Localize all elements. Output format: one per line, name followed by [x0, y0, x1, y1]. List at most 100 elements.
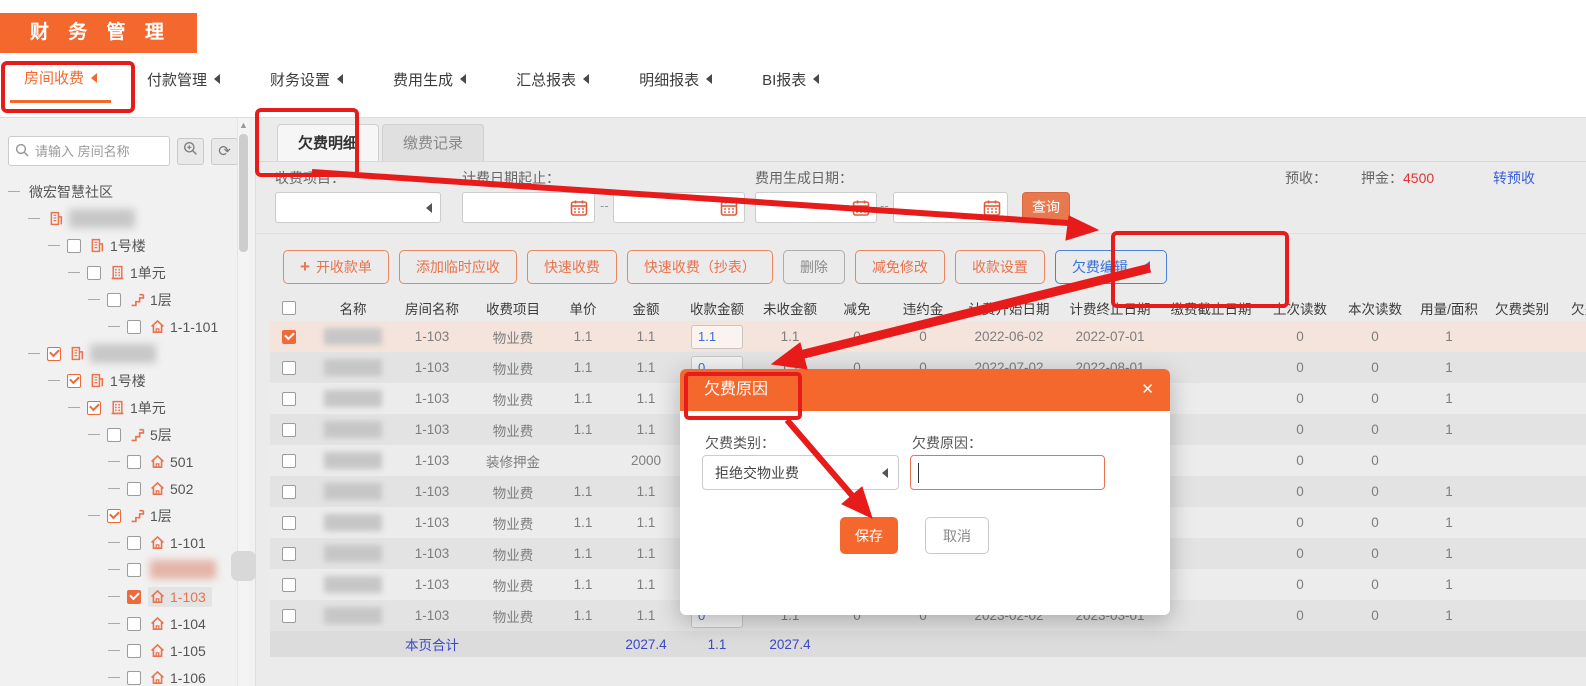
toolbar-button-快速收费（抄表）[interactable]: 快速收费（抄表）	[627, 250, 773, 284]
row-checkbox[interactable]	[282, 609, 296, 623]
tree-checkbox[interactable]	[127, 671, 141, 685]
tree-collapse-dash-icon[interactable]	[108, 623, 120, 624]
tree-checkbox[interactable]	[127, 482, 141, 496]
calendar-icon[interactable]	[852, 199, 870, 222]
query-button[interactable]: 查询	[1022, 192, 1070, 223]
tree-item-5层[interactable]: 5层	[0, 421, 238, 448]
tree-collapse-dash-icon[interactable]	[108, 488, 120, 489]
tree-collapse-dash-icon[interactable]	[108, 461, 120, 462]
scroll-up-arrow-icon[interactable]: ▲	[238, 118, 249, 132]
tree-item-hidden[interactable]	[0, 556, 238, 583]
tree-item-1-106[interactable]: 1-106	[0, 664, 238, 686]
search-zoom-button[interactable]	[177, 138, 204, 165]
nav-item-费用生成[interactable]: 费用生成	[379, 69, 480, 102]
tab-arrears-detail[interactable]: 欠费明细	[277, 124, 379, 161]
toolbar-button-删除[interactable]: 删除	[783, 250, 845, 284]
nav-item-汇总报表[interactable]: 汇总报表	[502, 69, 603, 102]
tree-checkbox[interactable]	[107, 428, 121, 442]
tree-item-1-103[interactable]: 1-103	[0, 583, 238, 610]
toolbar-button-欠费编辑[interactable]: 欠费编辑	[1055, 250, 1167, 284]
tree-collapse-dash-icon[interactable]	[108, 650, 120, 651]
tree-checkbox[interactable]	[87, 401, 101, 415]
tree-checkbox[interactable]	[127, 536, 141, 550]
row-checkbox[interactable]	[282, 485, 296, 499]
tree-item-502[interactable]: 502	[0, 475, 238, 502]
tree-collapse-dash-icon[interactable]	[88, 299, 100, 300]
arrears-category-select[interactable]: 拒绝交物业费	[702, 455, 899, 490]
row-checkbox[interactable]	[282, 516, 296, 530]
fee-item-select[interactable]	[275, 192, 441, 223]
tree-checkbox[interactable]	[127, 617, 141, 631]
tree-collapse-dash-icon[interactable]	[48, 245, 60, 246]
tree-checkbox[interactable]	[127, 590, 141, 604]
tree-checkbox[interactable]	[127, 644, 141, 658]
toolbar-button-快速收费[interactable]: 快速收费	[527, 250, 617, 284]
calendar-icon[interactable]	[570, 199, 588, 222]
nav-item-财务设置[interactable]: 财务设置	[256, 69, 357, 102]
tree-collapse-dash-icon[interactable]	[108, 326, 120, 327]
tree-item-501[interactable]: 501	[0, 448, 238, 475]
nav-item-BI报表[interactable]: BI报表	[748, 69, 833, 102]
table-row[interactable]: 1-103物业费1.11.11.11.1002022-06-022022-07-…	[270, 321, 1586, 352]
tree-item-hidden[interactable]	[0, 205, 238, 232]
tree-checkbox[interactable]	[127, 320, 141, 334]
row-checkbox[interactable]	[282, 578, 296, 592]
row-checkbox[interactable]	[282, 547, 296, 561]
tree-item-1单元[interactable]: 1单元	[0, 394, 238, 421]
tree-checkbox[interactable]	[67, 239, 81, 253]
tree-item-1-105[interactable]: 1-105	[0, 637, 238, 664]
tree-collapse-dash-icon[interactable]	[108, 596, 120, 597]
generated-start-date-input[interactable]	[755, 192, 877, 223]
tree-item-hidden[interactable]	[0, 340, 238, 367]
tree-item-1号楼[interactable]: 1号楼	[0, 232, 238, 259]
toolbar-button-减免修改[interactable]: 减免修改	[855, 250, 945, 284]
sidebar-scrollbar[interactable]: ▲	[237, 118, 249, 686]
tree-checkbox[interactable]	[67, 374, 81, 388]
tree-collapse-dash-icon[interactable]	[108, 569, 120, 570]
scrollbar-thumb[interactable]	[239, 134, 248, 252]
tree-collapse-dash-icon[interactable]	[68, 272, 80, 273]
tree-collapse-dash-icon[interactable]	[88, 434, 100, 435]
tree-collapse-dash-icon[interactable]	[108, 677, 120, 678]
billing-start-date-input[interactable]	[462, 192, 595, 223]
row-checkbox[interactable]	[282, 361, 296, 375]
tree-collapse-dash-icon[interactable]	[68, 407, 80, 408]
save-button[interactable]: 保存	[840, 517, 898, 554]
to-prepaid-link[interactable]: 转预收	[1493, 168, 1535, 188]
tree-collapse-dash-icon[interactable]	[108, 542, 120, 543]
tree-collapse-dash-icon[interactable]	[48, 380, 60, 381]
tab-payment-records[interactable]: 缴费记录	[382, 124, 484, 161]
tree-checkbox[interactable]	[47, 347, 61, 361]
tree-collapse-dash-icon[interactable]	[88, 515, 100, 516]
calendar-icon[interactable]	[720, 199, 738, 222]
row-checkbox[interactable]	[282, 392, 296, 406]
tree-checkbox[interactable]	[127, 455, 141, 469]
tree-collapse-dash-icon[interactable]	[8, 191, 20, 192]
generated-end-date-input[interactable]	[893, 192, 1008, 223]
tree-item-1-101[interactable]: 1-101	[0, 529, 238, 556]
tree-item-微宏智慧社区[interactable]: 微宏智慧社区	[0, 178, 238, 205]
cancel-button[interactable]: 取消	[925, 517, 989, 554]
tree-item-1-104[interactable]: 1-104	[0, 610, 238, 637]
room-search-input[interactable]	[8, 136, 170, 166]
row-checkbox[interactable]	[282, 423, 296, 437]
tree-item-1层[interactable]: 1层	[0, 286, 238, 313]
select-all-checkbox[interactable]	[282, 301, 296, 315]
tree-checkbox[interactable]	[107, 293, 121, 307]
nav-item-房间收费[interactable]: 房间收费	[10, 67, 111, 103]
nav-item-付款管理[interactable]: 付款管理	[133, 69, 234, 102]
tree-checkbox[interactable]	[127, 563, 141, 577]
toolbar-button-添加临时应收[interactable]: 添加临时应收	[399, 250, 517, 284]
tree-collapse-dash-icon[interactable]	[28, 353, 40, 354]
tree-checkbox[interactable]	[107, 509, 121, 523]
row-checkbox[interactable]	[282, 330, 296, 344]
toolbar-button-开收款单[interactable]: +开收款单	[283, 250, 389, 284]
tree-checkbox[interactable]	[87, 266, 101, 280]
tree-collapse-dash-icon[interactable]	[28, 218, 40, 219]
row-checkbox[interactable]	[282, 454, 296, 468]
tree-refresh-button[interactable]: ⟳	[211, 138, 238, 165]
tree-item-1号楼[interactable]: 1号楼	[0, 367, 238, 394]
tree-item-1层[interactable]: 1层	[0, 502, 238, 529]
billing-end-date-input[interactable]	[613, 192, 745, 223]
paid-amount-input[interactable]: 1.1	[691, 325, 743, 349]
